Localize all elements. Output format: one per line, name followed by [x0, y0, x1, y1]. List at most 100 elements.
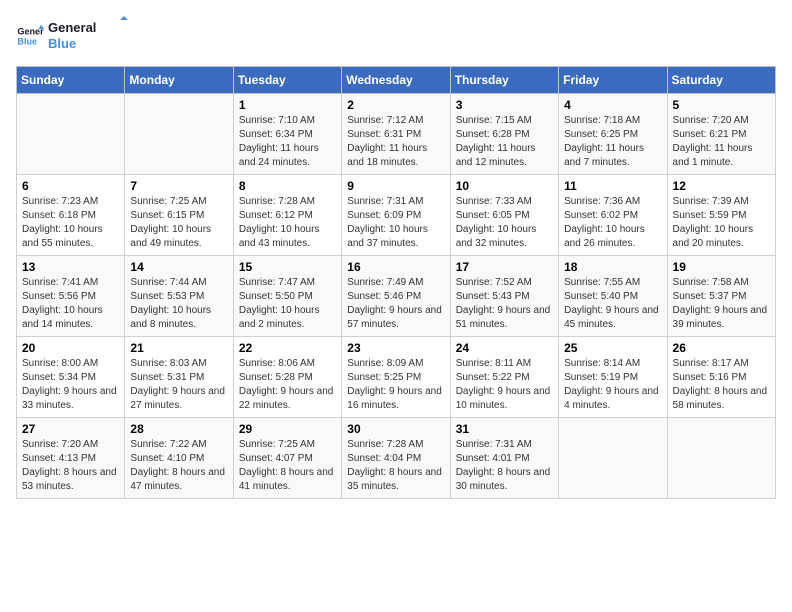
day-info: Sunrise: 7:22 AM Sunset: 4:10 PM Dayligh… [130, 438, 227, 494]
calendar-cell: 20 Sunrise: 8:00 AM Sunset: 5:34 PM Dayli… [17, 337, 125, 418]
calendar-cell: 11 Sunrise: 7:36 AM Sunset: 6:02 PM Dayli… [559, 175, 667, 256]
day-number: 18 [564, 260, 661, 274]
day-number: 19 [673, 260, 770, 274]
day-info: Sunrise: 7:49 AM Sunset: 5:46 PM Dayligh… [347, 276, 444, 332]
day-info: Sunrise: 7:12 AM Sunset: 6:31 PM Dayligh… [347, 114, 444, 170]
calendar-cell: 17 Sunrise: 7:52 AM Sunset: 5:43 PM Dayli… [450, 256, 558, 337]
calendar-cell: 29 Sunrise: 7:25 AM Sunset: 4:07 PM Dayli… [233, 418, 341, 499]
day-number: 20 [22, 341, 119, 355]
calendar-cell: 3Sunrise: 7:15 AM Sunset: 6:28 PM Daylig… [450, 94, 558, 175]
day-number: 13 [22, 260, 119, 274]
calendar-cell: 19Sunrise: 7:58 AM Sunset: 5:37 PM Dayli… [667, 256, 775, 337]
calendar-cell: 7 Sunrise: 7:25 AM Sunset: 6:15 PM Daylig… [125, 175, 233, 256]
calendar-cell: 8 Sunrise: 7:28 AM Sunset: 6:12 PM Daylig… [233, 175, 341, 256]
calendar-cell: 1Sunrise: 7:10 AM Sunset: 6:34 PM Daylig… [233, 94, 341, 175]
day-info: Sunrise: 7:20 AM Sunset: 4:13 PM Dayligh… [22, 438, 119, 494]
day-number: 7 [130, 179, 227, 193]
day-number: 8 [239, 179, 336, 193]
day-info: Sunrise: 7:20 AM Sunset: 6:21 PM Dayligh… [673, 114, 770, 170]
day-number: 30 [347, 422, 444, 436]
weekday-header-monday: Monday [125, 67, 233, 94]
calendar-week-row: 20 Sunrise: 8:00 AM Sunset: 5:34 PM Dayli… [17, 337, 776, 418]
day-number: 15 [239, 260, 336, 274]
day-info: Sunrise: 7:52 AM Sunset: 5:43 PM Dayligh… [456, 276, 553, 332]
calendar-cell: 26Sunrise: 8:17 AM Sunset: 5:16 PM Dayli… [667, 337, 775, 418]
calendar-week-row: 6 Sunrise: 7:23 AM Sunset: 6:18 PM Daylig… [17, 175, 776, 256]
day-info: Sunrise: 8:06 AM Sunset: 5:28 PM Dayligh… [239, 357, 336, 413]
calendar-cell: 30 Sunrise: 7:28 AM Sunset: 4:04 PM Dayli… [342, 418, 450, 499]
calendar-cell: 18 Sunrise: 7:55 AM Sunset: 5:40 PM Dayli… [559, 256, 667, 337]
day-info: Sunrise: 7:31 AM Sunset: 4:01 PM Dayligh… [456, 438, 553, 494]
calendar-cell: 24 Sunrise: 8:11 AM Sunset: 5:22 PM Dayli… [450, 337, 558, 418]
weekday-header-row: SundayMondayTuesdayWednesdayThursdayFrid… [17, 67, 776, 94]
day-info: Sunrise: 7:25 AM Sunset: 6:15 PM Dayligh… [130, 195, 227, 251]
logo: General Blue General Blue [16, 16, 128, 56]
day-number: 6 [22, 179, 119, 193]
calendar-cell: 5 Sunrise: 7:20 AM Sunset: 6:21 PM Daylig… [667, 94, 775, 175]
calendar-week-row: 13 Sunrise: 7:41 AM Sunset: 5:56 PM Dayli… [17, 256, 776, 337]
page-header: General Blue General Blue [16, 16, 776, 56]
day-number: 4 [564, 98, 661, 112]
day-number: 2 [347, 98, 444, 112]
calendar-week-row: 27 Sunrise: 7:20 AM Sunset: 4:13 PM Dayli… [17, 418, 776, 499]
calendar-cell: 31 Sunrise: 7:31 AM Sunset: 4:01 PM Dayli… [450, 418, 558, 499]
weekday-header-saturday: Saturday [667, 67, 775, 94]
day-info: Sunrise: 8:00 AM Sunset: 5:34 PM Dayligh… [22, 357, 119, 413]
calendar-cell: 27 Sunrise: 7:20 AM Sunset: 4:13 PM Dayli… [17, 418, 125, 499]
day-info: Sunrise: 7:44 AM Sunset: 5:53 PM Dayligh… [130, 276, 227, 332]
day-info: Sunrise: 7:55 AM Sunset: 5:40 PM Dayligh… [564, 276, 661, 332]
calendar-cell: 15 Sunrise: 7:47 AM Sunset: 5:50 PM Dayli… [233, 256, 341, 337]
day-info: Sunrise: 7:23 AM Sunset: 6:18 PM Dayligh… [22, 195, 119, 251]
day-info: Sunrise: 8:03 AM Sunset: 5:31 PM Dayligh… [130, 357, 227, 413]
calendar-cell: 23Sunrise: 8:09 AM Sunset: 5:25 PM Dayli… [342, 337, 450, 418]
calendar-cell: 6 Sunrise: 7:23 AM Sunset: 6:18 PM Daylig… [17, 175, 125, 256]
day-info: Sunrise: 7:28 AM Sunset: 6:12 PM Dayligh… [239, 195, 336, 251]
day-number: 10 [456, 179, 553, 193]
weekday-header-friday: Friday [559, 67, 667, 94]
calendar-cell: 4Sunrise: 7:18 AM Sunset: 6:25 PM Daylig… [559, 94, 667, 175]
day-number: 14 [130, 260, 227, 274]
day-number: 29 [239, 422, 336, 436]
weekday-header-wednesday: Wednesday [342, 67, 450, 94]
calendar-cell [559, 418, 667, 499]
calendar-cell: 2 Sunrise: 7:12 AM Sunset: 6:31 PM Daylig… [342, 94, 450, 175]
day-info: Sunrise: 7:25 AM Sunset: 4:07 PM Dayligh… [239, 438, 336, 494]
calendar-cell: 21 Sunrise: 8:03 AM Sunset: 5:31 PM Dayli… [125, 337, 233, 418]
day-number: 22 [239, 341, 336, 355]
day-number: 5 [673, 98, 770, 112]
logo-wordmark: General Blue [48, 16, 128, 56]
svg-text:General: General [48, 20, 96, 35]
day-number: 27 [22, 422, 119, 436]
day-info: Sunrise: 7:41 AM Sunset: 5:56 PM Dayligh… [22, 276, 119, 332]
day-number: 26 [673, 341, 770, 355]
day-info: Sunrise: 7:28 AM Sunset: 4:04 PM Dayligh… [347, 438, 444, 494]
logo-icon: General Blue [16, 22, 44, 50]
day-number: 11 [564, 179, 661, 193]
day-info: Sunrise: 7:47 AM Sunset: 5:50 PM Dayligh… [239, 276, 336, 332]
day-info: Sunrise: 8:11 AM Sunset: 5:22 PM Dayligh… [456, 357, 553, 413]
day-number: 17 [456, 260, 553, 274]
day-number: 25 [564, 341, 661, 355]
calendar-cell: 16 Sunrise: 7:49 AM Sunset: 5:46 PM Dayli… [342, 256, 450, 337]
day-number: 16 [347, 260, 444, 274]
svg-text:Blue: Blue [17, 36, 37, 46]
day-info: Sunrise: 7:36 AM Sunset: 6:02 PM Dayligh… [564, 195, 661, 251]
day-number: 12 [673, 179, 770, 193]
day-number: 24 [456, 341, 553, 355]
calendar-cell [17, 94, 125, 175]
svg-text:Blue: Blue [48, 36, 76, 51]
day-number: 28 [130, 422, 227, 436]
weekday-header-thursday: Thursday [450, 67, 558, 94]
calendar-week-row: 1Sunrise: 7:10 AM Sunset: 6:34 PM Daylig… [17, 94, 776, 175]
day-info: Sunrise: 7:10 AM Sunset: 6:34 PM Dayligh… [239, 114, 336, 170]
calendar-cell: 10Sunrise: 7:33 AM Sunset: 6:05 PM Dayli… [450, 175, 558, 256]
calendar-cell: 28 Sunrise: 7:22 AM Sunset: 4:10 PM Dayli… [125, 418, 233, 499]
calendar-cell [667, 418, 775, 499]
day-number: 21 [130, 341, 227, 355]
day-info: Sunrise: 7:31 AM Sunset: 6:09 PM Dayligh… [347, 195, 444, 251]
day-number: 31 [456, 422, 553, 436]
calendar-cell: 12 Sunrise: 7:39 AM Sunset: 5:59 PM Dayli… [667, 175, 775, 256]
calendar-cell: 25Sunrise: 8:14 AM Sunset: 5:19 PM Dayli… [559, 337, 667, 418]
calendar-cell: 22 Sunrise: 8:06 AM Sunset: 5:28 PM Dayli… [233, 337, 341, 418]
day-info: Sunrise: 7:39 AM Sunset: 5:59 PM Dayligh… [673, 195, 770, 251]
